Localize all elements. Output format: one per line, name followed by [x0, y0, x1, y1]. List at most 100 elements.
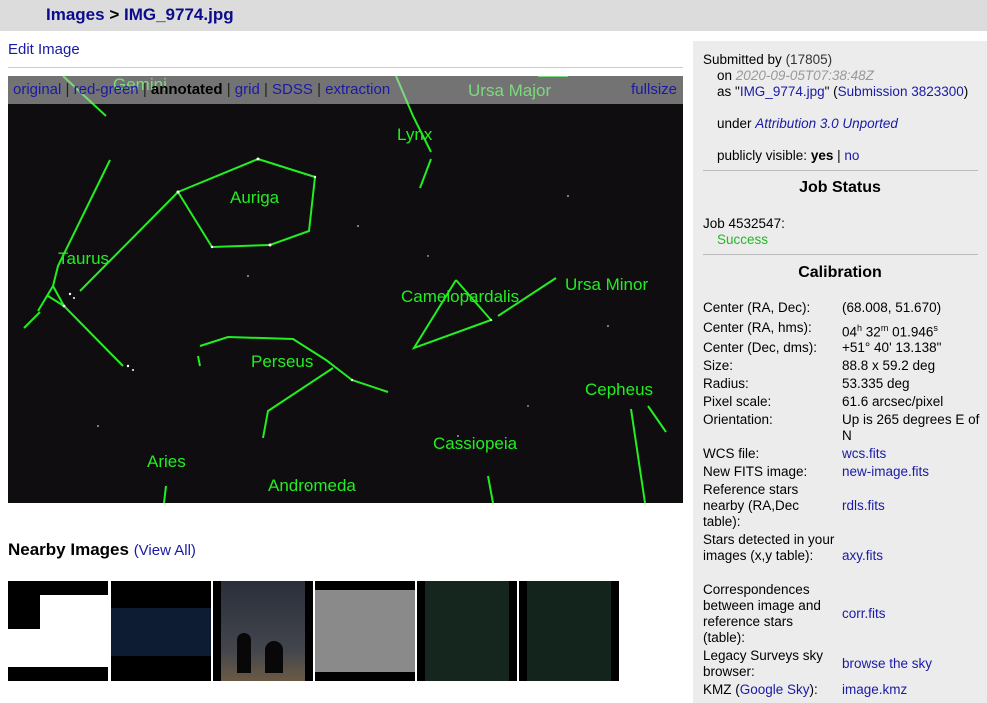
- job-status-heading: Job Status: [799, 179, 881, 196]
- calibration-value: (68.008, 51.670): [842, 300, 942, 315]
- calibration-key: WCS file:: [703, 446, 760, 461]
- submission-link[interactable]: Submission 3823300: [838, 84, 964, 99]
- as-suffix: " (: [824, 84, 838, 99]
- label-auriga: Auriga: [230, 188, 280, 207]
- view-separator: |: [259, 81, 273, 98]
- view-separator: |: [312, 81, 326, 98]
- view-annotated: annotated: [150, 81, 223, 98]
- calibration-key: Legacy Surveys sky browser:: [703, 648, 824, 679]
- visibility-row: publicly visible: yes | no: [717, 148, 859, 163]
- view-separator: |: [61, 81, 74, 98]
- view-separator: |: [222, 81, 235, 98]
- calibration-key: Size:: [703, 358, 734, 373]
- calibration-key: Center (RA, hms):: [703, 320, 812, 335]
- view-grid[interactable]: grid: [235, 81, 260, 98]
- breadcrumb-images-link[interactable]: Images: [46, 5, 105, 24]
- calibration-value: Up is 265 degrees E of N: [842, 412, 980, 443]
- nearby-thumbnail[interactable]: [315, 581, 415, 681]
- visibility-label: publicly visible:: [717, 148, 808, 163]
- job-status-value: Success: [717, 232, 769, 247]
- constellation-overlay: Gemini Ursa Major Lynx Auriga Taurus Cam…: [23, 76, 667, 503]
- divider: [8, 67, 683, 68]
- calibration-value: 04h 32m 01.946s: [842, 323, 938, 340]
- file-link[interactable]: IMG_9774.jpg: [740, 84, 825, 99]
- submission-timestamp: 2020-09-05T07:38:48Z: [735, 68, 874, 83]
- view-extraction[interactable]: extraction: [325, 81, 390, 98]
- edit-image-link[interactable]: Edit Image: [8, 41, 80, 58]
- constellation-labels: Gemini Ursa Major Lynx Auriga Taurus Cam…: [58, 76, 653, 495]
- calibration-file-link[interactable]: axy.fits: [842, 548, 982, 564]
- nearby-thumbnail[interactable]: [519, 581, 619, 681]
- divider: [703, 254, 978, 255]
- nearby-thumbnail[interactable]: [213, 581, 313, 681]
- calibration-file-link[interactable]: rdls.fits: [842, 498, 982, 514]
- calibration-key: New FITS image:: [703, 464, 808, 479]
- submitted-by-label: Submitted by: [703, 52, 782, 67]
- calibration-file-link[interactable]: image.kmz: [842, 682, 982, 698]
- view-sdss[interactable]: SDSS: [272, 81, 313, 98]
- license-row: under Attribution 3.0 Unported: [717, 116, 898, 131]
- calibration-heading: Calibration: [798, 264, 882, 281]
- breadcrumb-separator: >: [109, 5, 120, 24]
- breadcrumb: Images > IMG_9774.jpg: [46, 5, 234, 25]
- visible-no-link[interactable]: no: [844, 148, 859, 163]
- star-dots: [62, 157, 609, 487]
- job-id: Job 4532547:: [703, 216, 785, 231]
- divider: [703, 170, 978, 171]
- label-camelopardalis: Camelopardalis: [401, 287, 519, 306]
- calibration-key: Pixel scale:: [703, 394, 772, 409]
- calibration-key: Stars detected in your images (x,y table…: [703, 532, 835, 563]
- calibration-key: Reference stars nearby (RA,Dec table):: [703, 482, 800, 529]
- nearby-thumbnail[interactable]: [111, 581, 211, 681]
- under-label: under: [717, 116, 752, 131]
- submitted-as-row: as "IMG_9774.jpg" (Submission 3823300): [717, 84, 979, 99]
- calibration-key: Center (Dec, dms):: [703, 340, 818, 355]
- view-original[interactable]: original: [13, 81, 61, 98]
- view-separator: |: [138, 81, 151, 98]
- close-paren: ): [963, 84, 969, 99]
- google-sky-link[interactable]: Google Sky: [740, 682, 810, 697]
- fullsize-link[interactable]: fullsize: [631, 81, 677, 98]
- calibration-key: Correspondences between image and refere…: [703, 582, 821, 645]
- nearby-images-title: Nearby Images: [8, 540, 129, 559]
- view-mode-links: original | red-green | annotated | grid …: [13, 81, 390, 98]
- view-red-green[interactable]: red-green: [74, 81, 139, 98]
- nearby-thumbnail[interactable]: [417, 581, 517, 681]
- label-andromeda: Andromeda: [268, 476, 356, 495]
- label-cassiopeia: Cassiopeia: [433, 434, 518, 453]
- calibration-key: Radius:: [703, 376, 749, 391]
- calibration-file-link[interactable]: corr.fits: [842, 606, 982, 622]
- as-prefix: as ": [717, 84, 740, 99]
- calibration-value: 61.6 arcsec/pixel: [842, 394, 944, 409]
- calibration-file-link[interactable]: browse the sky: [842, 656, 982, 672]
- calibration-file-link[interactable]: wcs.fits: [842, 446, 982, 462]
- submitted-on-row: on 2020-09-05T07:38:48Z: [717, 68, 874, 83]
- label-ursa-minor: Ursa Minor: [565, 275, 648, 294]
- view-all-link[interactable]: (View All): [134, 542, 196, 559]
- calibration-key: KMZ (Google Sky):: [703, 682, 818, 697]
- label-aries: Aries: [147, 452, 186, 471]
- calibration-value: 53.335 deg: [842, 376, 910, 391]
- on-label: on: [717, 68, 733, 83]
- page-header: Images > IMG_9774.jpg: [0, 0, 987, 31]
- calibration-key: Orientation:: [703, 412, 773, 427]
- nearby-images-heading: Nearby Images (View All): [8, 540, 196, 560]
- calibration-value: +51° 40' 13.138": [842, 340, 942, 355]
- label-cepheus: Cepheus: [585, 380, 653, 399]
- label-lynx: Lynx: [397, 125, 433, 144]
- breadcrumb-file-link[interactable]: IMG_9774.jpg: [124, 5, 234, 24]
- calibration-table: Center (RA, Dec): (68.008, 51.670) Center …: [703, 300, 983, 700]
- calibration-file-link[interactable]: new-image.fits: [842, 464, 982, 480]
- visible-yes: yes: [810, 148, 834, 163]
- nearby-thumbnail[interactable]: [8, 581, 108, 681]
- label-perseus: Perseus: [251, 352, 313, 371]
- submitted-by-row: Submitted by (17805): [703, 52, 832, 67]
- view-mode-bar: original | red-green | annotated | grid …: [8, 76, 683, 104]
- license-link[interactable]: Attribution 3.0 Unported: [755, 116, 898, 131]
- calibration-value: 88.8 x 59.2 deg: [842, 358, 936, 373]
- submitter-id: (17805): [785, 52, 833, 67]
- label-taurus: Taurus: [58, 249, 109, 268]
- calibration-key: Center (RA, Dec):: [703, 300, 811, 315]
- annotated-sky-image: Gemini Ursa Major Lynx Auriga Taurus Cam…: [8, 76, 683, 503]
- visible-sep: |: [837, 148, 841, 163]
